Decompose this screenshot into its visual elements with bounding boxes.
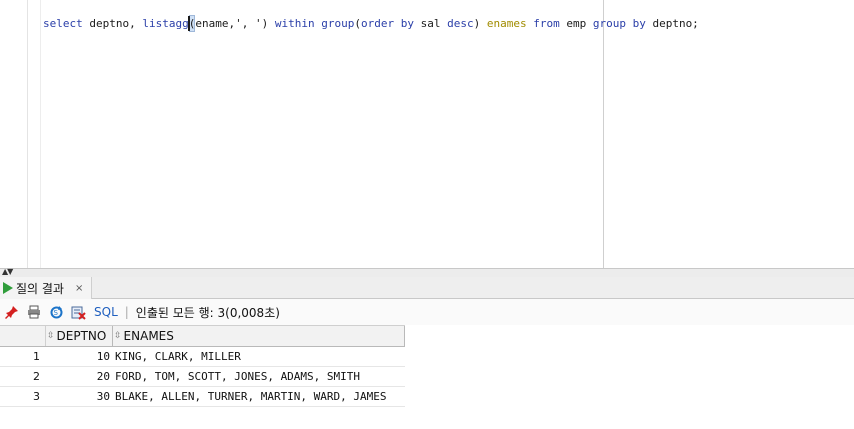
row-number: 2 xyxy=(33,370,40,383)
sql-link[interactable]: SQL xyxy=(94,305,118,319)
sort-icon: ⇳ xyxy=(114,330,122,341)
sql-token: ) xyxy=(473,17,487,30)
sql-token: emp xyxy=(559,17,593,30)
close-icon[interactable]: × xyxy=(75,283,83,294)
sql-token: deptno; xyxy=(645,17,699,30)
sql-token: order xyxy=(360,17,395,30)
sql-token: by xyxy=(400,17,414,30)
pin-icon[interactable] xyxy=(4,304,20,320)
fetch-status: 인출된 모든 행: 3(0,008초) xyxy=(135,305,280,320)
sql-token: select xyxy=(43,17,83,30)
sql-token: deptno, xyxy=(82,17,143,30)
matched-paren: ( xyxy=(187,15,196,32)
sql-token: ( xyxy=(354,17,361,30)
results-grid[interactable]: ⇳ DEPTNO ⇳ ENAMES 1 10 KING, CLARK, MILL… xyxy=(0,325,405,407)
sql-token: group xyxy=(592,17,626,30)
cell-enames[interactable]: FORD, TOM, SCOTT, JONES, ADAMS, SMITH xyxy=(113,367,405,386)
column-header-label: ENAMES xyxy=(123,329,174,343)
results-tab-bar: 질의 결과 × xyxy=(0,277,854,299)
sort-icon: ⇳ xyxy=(47,330,55,341)
results-toolbar: S SQL | 인출된 모든 행: 3(0,008초) xyxy=(0,299,854,325)
row-number-header xyxy=(0,326,46,346)
sql-token: within xyxy=(274,17,315,30)
table-row[interactable]: 1 10 KING, CLARK, MILLER xyxy=(0,347,405,367)
row-number: 3 xyxy=(33,390,40,403)
sql-token: desc xyxy=(447,17,474,30)
panel-splitter[interactable]: ▲▼ xyxy=(0,268,854,277)
sql-token: by xyxy=(632,17,646,30)
svg-text:S: S xyxy=(53,309,58,317)
sql-editor[interactable]: select deptno, listagg(ename,', ') withi… xyxy=(0,0,854,268)
refresh-icon[interactable]: S xyxy=(48,304,64,320)
grid-header: ⇳ DEPTNO ⇳ ENAMES xyxy=(0,325,405,347)
sql-token: sal xyxy=(413,17,448,30)
column-header-deptno[interactable]: ⇳ DEPTNO xyxy=(46,326,113,346)
cell-deptno[interactable]: 10 xyxy=(46,347,113,366)
row-number: 1 xyxy=(33,350,40,363)
table-row[interactable]: 3 30 BLAKE, ALLEN, TURNER, MARTIN, WARD,… xyxy=(0,387,405,407)
sql-token: enames xyxy=(486,17,527,30)
right-margin-guide xyxy=(603,0,604,268)
sql-token: ename,', ') xyxy=(195,17,275,30)
cell-deptno[interactable]: 30 xyxy=(46,387,113,406)
cell-enames[interactable]: KING, CLARK, MILLER xyxy=(113,347,405,366)
gutter-divider-secondary xyxy=(40,0,41,268)
gutter-divider xyxy=(27,0,28,268)
column-header-label: DEPTNO xyxy=(56,329,107,343)
cell-enames[interactable]: BLAKE, ALLEN, TURNER, MARTIN, WARD, JAME… xyxy=(113,387,405,406)
sql-token: from xyxy=(533,17,560,30)
table-row[interactable]: 2 20 FORD, TOM, SCOTT, JONES, ADAMS, SMI… xyxy=(0,367,405,387)
tab-label: 질의 결과 xyxy=(16,281,64,296)
toolbar-separator: | xyxy=(124,305,129,319)
cell-deptno[interactable]: 20 xyxy=(46,367,113,386)
export-icon[interactable] xyxy=(70,304,86,320)
sql-token: listagg xyxy=(142,17,189,30)
print-icon[interactable] xyxy=(26,304,42,320)
collapse-arrows-icon[interactable]: ▲▼ xyxy=(2,268,13,276)
sql-code-line[interactable]: select deptno, listagg(ename,', ') withi… xyxy=(43,15,699,32)
column-header-enames[interactable]: ⇳ ENAMES xyxy=(113,326,405,346)
tab-query-result[interactable]: 질의 결과 × xyxy=(0,277,92,299)
run-icon xyxy=(3,282,13,294)
sql-token: group xyxy=(321,17,355,30)
